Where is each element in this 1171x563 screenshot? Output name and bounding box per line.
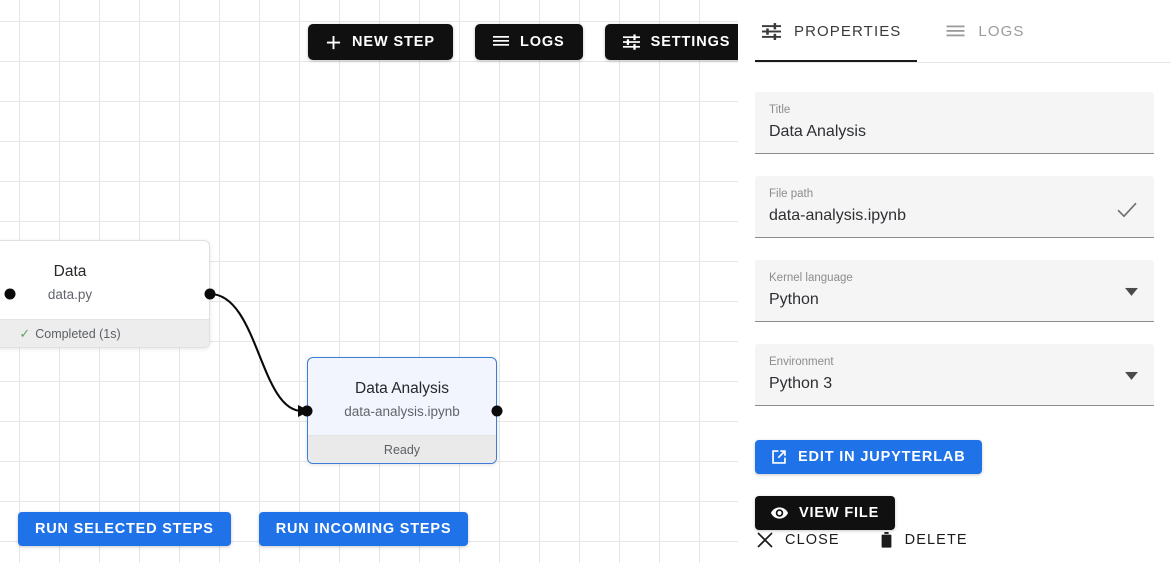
list-icon	[946, 24, 965, 39]
node-title: Data Analysis	[355, 379, 449, 397]
tune-icon	[762, 22, 781, 40]
node-data-analysis-input-port[interactable]	[301, 405, 313, 416]
close-label: CLOSE	[785, 532, 840, 548]
kernel-language-label: Kernel language	[769, 272, 853, 284]
logs-label: LOGS	[519, 34, 565, 50]
panel-footer-actions: CLOSE DELETE	[755, 526, 970, 554]
chevron-down-icon[interactable]	[1125, 371, 1138, 380]
title-field-value[interactable]: Data Analysis	[769, 119, 1140, 144]
edit-in-jupyterlab-button[interactable]: EDIT IN JUPYTERLAB	[755, 440, 982, 474]
list-icon	[492, 35, 509, 49]
environment-label: Environment	[769, 356, 834, 368]
kernel-language-field[interactable]: Kernel language Python	[755, 260, 1154, 322]
node-data-body: Data data.py	[0, 241, 209, 319]
logs-button[interactable]: LOGS	[474, 24, 583, 60]
node-filename: data.py	[47, 287, 93, 302]
kernel-language-value[interactable]: Python	[769, 287, 1140, 312]
panel-tabs: PROPERTIES LOGS	[738, 0, 1171, 63]
file-path-field[interactable]: File path data-analysis.ipynb	[755, 176, 1154, 238]
node-status: Ready	[308, 435, 496, 463]
tune-icon	[622, 34, 640, 50]
properties-fields: Title Data Analysis File path data-analy…	[738, 63, 1171, 406]
panel-actions: EDIT IN JUPYTERLAB VIEW FILE	[738, 428, 1171, 530]
pipeline-canvas[interactable]: Data data.py ✓ Completed (1s) Data Analy…	[0, 0, 738, 563]
tab-logs-label: LOGS	[978, 22, 1025, 40]
node-data-analysis[interactable]: Data Analysis data-analysis.ipynb Ready	[301, 357, 503, 464]
node-status-label: Ready	[383, 442, 421, 457]
node-data-box[interactable]: Data data.py ✓ Completed (1s)	[0, 240, 210, 348]
view-file-button[interactable]: VIEW FILE	[755, 496, 896, 530]
eye-icon	[771, 507, 788, 519]
properties-panel: PROPERTIES LOGS Title Data Analysis File…	[738, 0, 1171, 563]
edge-data-to-analysis	[209, 292, 303, 413]
new-step-button[interactable]: NEW STEP	[308, 24, 453, 60]
check-icon	[1116, 200, 1138, 218]
canvas-toolbar: NEW STEP LOGS SETTINGS	[308, 24, 738, 60]
node-data-analysis-box[interactable]: Data Analysis data-analysis.ipynb Ready	[307, 357, 497, 464]
close-icon	[757, 532, 773, 548]
node-status: ✓ Completed (1s)	[0, 319, 209, 347]
node-title: Data	[53, 263, 87, 280]
edit-in-jupyterlab-label: EDIT IN JUPYTERLAB	[798, 449, 966, 465]
environment-value[interactable]: Python 3	[769, 371, 1140, 396]
app-root: Data data.py ✓ Completed (1s) Data Analy…	[0, 0, 1171, 563]
node-data-analysis-output-port[interactable]	[491, 405, 503, 416]
title-field-label: Title	[769, 104, 791, 116]
delete-button[interactable]: DELETE	[878, 526, 970, 554]
delete-label: DELETE	[904, 532, 968, 548]
environment-field[interactable]: Environment Python 3	[755, 344, 1154, 406]
run-button-bar: RUN SELECTED STEPS RUN INCOMING STEPS	[18, 512, 469, 546]
trash-icon	[880, 532, 893, 548]
node-data-input-port[interactable]	[4, 288, 16, 300]
external-link-icon	[771, 449, 787, 465]
tab-properties-label: PROPERTIES	[794, 22, 902, 40]
title-field[interactable]: Title Data Analysis	[755, 92, 1154, 154]
close-button[interactable]: CLOSE	[755, 526, 842, 554]
settings-button[interactable]: SETTINGS	[604, 24, 738, 60]
new-step-label: NEW STEP	[352, 34, 435, 50]
view-file-label: VIEW FILE	[799, 505, 880, 521]
node-filename: data-analysis.ipynb	[344, 403, 460, 419]
check-icon: ✓	[19, 325, 31, 341]
run-incoming-steps-button[interactable]: RUN INCOMING STEPS	[258, 512, 469, 546]
node-data[interactable]: Data data.py ✓ Completed (1s)	[0, 240, 216, 348]
run-selected-steps-button[interactable]: RUN SELECTED STEPS	[18, 512, 231, 546]
file-path-field-value[interactable]: data-analysis.ipynb	[769, 203, 1140, 228]
plus-icon	[326, 35, 341, 50]
settings-label: SETTINGS	[650, 34, 731, 50]
file-path-field-label: File path	[769, 188, 814, 200]
node-status-label: Completed (1s)	[35, 326, 121, 341]
tab-logs[interactable]: LOGS	[939, 0, 1040, 62]
node-data-analysis-body: Data Analysis data-analysis.ipynb	[308, 358, 496, 435]
node-data-output-port[interactable]	[204, 288, 216, 300]
chevron-down-icon[interactable]	[1125, 287, 1138, 296]
tab-properties[interactable]: PROPERTIES	[755, 0, 918, 62]
